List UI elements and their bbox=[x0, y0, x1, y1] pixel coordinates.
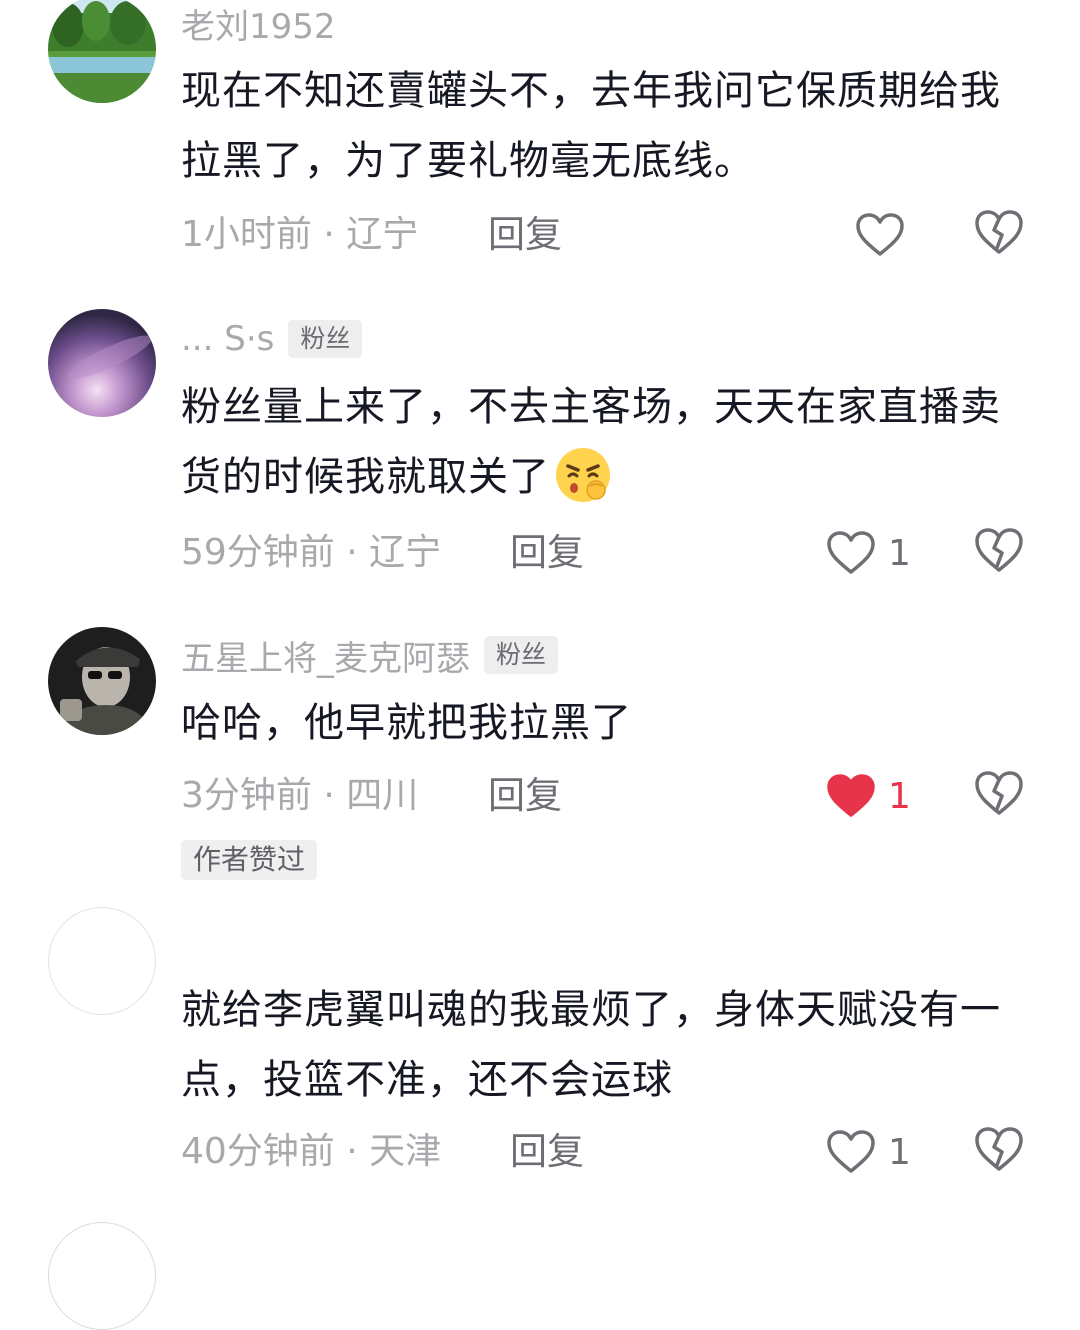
like-button[interactable]: 1 bbox=[826, 768, 911, 824]
heart-filled-icon bbox=[826, 773, 876, 819]
like-button[interactable]: 1 bbox=[826, 525, 911, 581]
like-button[interactable]: 1 bbox=[826, 1124, 911, 1180]
reply-button[interactable]: 回复 bbox=[510, 528, 584, 578]
username[interactable]: 五星上将_麦克阿瑟 bbox=[181, 631, 470, 680]
comment-time-location: 59分钟前 · 辽宁 bbox=[181, 532, 442, 573]
avatar[interactable] bbox=[48, 907, 156, 1015]
broken-heart-icon bbox=[973, 208, 1025, 256]
fan-badge: 粉丝 bbox=[484, 636, 559, 674]
avatar[interactable] bbox=[48, 1222, 156, 1330]
broken-heart-icon bbox=[973, 526, 1025, 574]
broken-heart-icon bbox=[973, 1125, 1025, 1173]
like-count: 1 bbox=[888, 1131, 911, 1173]
comment-text: 就给李虎翼叫魂的我最烦了，身体天赋没有一点，投篮不准，还不会运球 bbox=[181, 987, 1001, 1103]
avatar[interactable] bbox=[48, 0, 156, 103]
heart-outline-icon bbox=[826, 530, 876, 576]
like-count: 1 bbox=[888, 532, 911, 574]
username[interactable]: 老刘1952 bbox=[181, 0, 336, 48]
like-count: 1 bbox=[888, 775, 911, 817]
reply-button[interactable]: 回复 bbox=[488, 771, 562, 821]
comment-time-location: 3分钟前 · 四川 bbox=[181, 775, 419, 816]
author-liked-tag: 作者赞过 bbox=[181, 840, 318, 880]
dislike-button[interactable] bbox=[973, 769, 1025, 819]
heart-outline-icon bbox=[855, 212, 905, 258]
shushing-face-emoji bbox=[552, 446, 614, 504]
fan-badge: 粉丝 bbox=[288, 320, 363, 358]
avatar[interactable] bbox=[48, 309, 156, 417]
comment-text: 现在不知还賣罐头不，去年我问它保质期给我拉黑了，为了要礼物毫无底线。 bbox=[181, 68, 1001, 184]
comment-time-location: 1小时前 · 辽宁 bbox=[181, 214, 419, 255]
dislike-button[interactable] bbox=[973, 1125, 1025, 1175]
reply-button[interactable]: 回复 bbox=[510, 1127, 584, 1177]
like-button[interactable] bbox=[855, 207, 917, 263]
comment-time-location: 40分钟前 · 天津 bbox=[181, 1131, 442, 1172]
dislike-button[interactable] bbox=[973, 208, 1025, 258]
dislike-button[interactable] bbox=[973, 526, 1025, 576]
broken-heart-icon bbox=[973, 769, 1025, 817]
heart-outline-icon bbox=[826, 1129, 876, 1175]
reply-button[interactable]: 回复 bbox=[488, 210, 562, 260]
avatar[interactable] bbox=[48, 627, 156, 735]
comment-text: 哈哈，他早就把我拉黑了 bbox=[181, 700, 632, 746]
username[interactable]: ... S·s bbox=[181, 319, 274, 359]
comment-text: 粉丝量上来了，不去主客场，天天在家直播卖货的时候我就取关了 bbox=[181, 372, 1021, 512]
